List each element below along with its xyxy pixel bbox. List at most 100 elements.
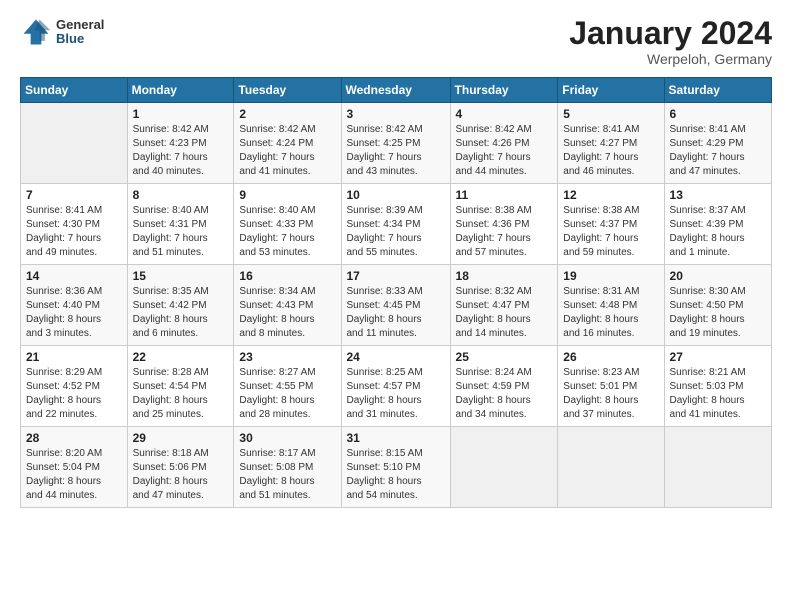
calendar-day-cell [664,427,771,508]
calendar-week-row: 28 Sunrise: 8:20 AM Sunset: 5:04 PM Dayli… [21,427,772,508]
calendar-day-header: Tuesday [234,78,341,103]
day-number: 14 [26,269,123,283]
day-info: Sunrise: 8:41 AM Sunset: 4:27 PM Dayligh… [563,123,659,179]
calendar-day-cell: 31Sunrise: 8:15 AM Sunset: 5:10 PM Dayli… [341,427,450,508]
calendar-table: SundayMondayTuesdayWednesdayThursdayFrid… [20,77,772,508]
day-number: 10 [347,188,446,202]
day-info: Sunrise: 8:20 AM Sunset: 5:04 PM Dayligh… [26,447,123,503]
month-title: January 2024 [569,16,772,51]
day-info: Sunrise: 8:40 AM Sunset: 4:33 PM Dayligh… [239,204,336,260]
day-info: Sunrise: 8:39 AM Sunset: 4:34 PM Dayligh… [347,204,446,260]
calendar-day-header: Wednesday [341,78,450,103]
day-number: 21 [26,350,123,364]
calendar-day-header: Thursday [450,78,558,103]
day-number: 26 [563,350,659,364]
day-number: 2 [239,107,336,121]
calendar-day-cell [558,427,664,508]
day-info: Sunrise: 8:25 AM Sunset: 4:57 PM Dayligh… [347,366,446,422]
day-info: Sunrise: 8:23 AM Sunset: 5:01 PM Dayligh… [563,366,659,422]
day-number: 22 [133,350,230,364]
calendar-day-cell: 27 Sunrise: 8:21 AM Sunset: 5:03 PM Dayli… [664,346,771,427]
location: Werpeloh, Germany [569,51,772,67]
calendar-day-cell: 6 Sunrise: 8:41 AM Sunset: 4:29 PM Daylig… [664,103,771,184]
calendar-day-cell: 17 Sunrise: 8:33 AM Sunset: 4:45 PM Dayli… [341,265,450,346]
calendar-week-row: 7Sunrise: 8:41 AM Sunset: 4:30 PM Daylig… [21,184,772,265]
day-info: Sunrise: 8:21 AM Sunset: 5:03 PM Dayligh… [670,366,767,422]
calendar-day-header: Saturday [664,78,771,103]
calendar-day-header: Monday [127,78,234,103]
calendar-day-cell: 22Sunrise: 8:28 AM Sunset: 4:54 PM Dayli… [127,346,234,427]
logo: General Blue [20,16,104,48]
page: General Blue January 2024 Werpeloh, Germ… [0,0,792,612]
calendar-day-cell: 19 Sunrise: 8:31 AM Sunset: 4:48 PM Dayli… [558,265,664,346]
calendar-day-cell: 24 Sunrise: 8:25 AM Sunset: 4:57 PM Dayli… [341,346,450,427]
day-info: Sunrise: 8:38 AM Sunset: 4:37 PM Dayligh… [563,204,659,260]
calendar-day-cell: 15Sunrise: 8:35 AM Sunset: 4:42 PM Dayli… [127,265,234,346]
day-number: 28 [26,431,123,445]
day-number: 24 [347,350,446,364]
calendar-header-row: SundayMondayTuesdayWednesdayThursdayFrid… [21,78,772,103]
day-number: 9 [239,188,336,202]
day-info: Sunrise: 8:42 AM Sunset: 4:23 PM Dayligh… [133,123,230,179]
day-info: Sunrise: 8:35 AM Sunset: 4:42 PM Dayligh… [133,285,230,341]
day-info: Sunrise: 8:33 AM Sunset: 4:45 PM Dayligh… [347,285,446,341]
calendar-day-cell: 10 Sunrise: 8:39 AM Sunset: 4:34 PM Dayli… [341,184,450,265]
calendar-week-row: 1 Sunrise: 8:42 AM Sunset: 4:23 PM Daylig… [21,103,772,184]
day-info: Sunrise: 8:30 AM Sunset: 4:50 PM Dayligh… [670,285,767,341]
calendar-day-cell: 30 Sunrise: 8:17 AM Sunset: 5:08 PM Dayli… [234,427,341,508]
day-info: Sunrise: 8:42 AM Sunset: 4:24 PM Dayligh… [239,123,336,179]
calendar-day-cell [21,103,128,184]
calendar-day-cell: 5Sunrise: 8:41 AM Sunset: 4:27 PM Daylig… [558,103,664,184]
day-info: Sunrise: 8:17 AM Sunset: 5:08 PM Dayligh… [239,447,336,503]
day-info: Sunrise: 8:18 AM Sunset: 5:06 PM Dayligh… [133,447,230,503]
calendar-day-cell: 3Sunrise: 8:42 AM Sunset: 4:25 PM Daylig… [341,103,450,184]
day-info: Sunrise: 8:15 AM Sunset: 5:10 PM Dayligh… [347,447,446,503]
calendar-day-cell: 7Sunrise: 8:41 AM Sunset: 4:30 PM Daylig… [21,184,128,265]
day-info: Sunrise: 8:27 AM Sunset: 4:55 PM Dayligh… [239,366,336,422]
calendar-day-cell: 25Sunrise: 8:24 AM Sunset: 4:59 PM Dayli… [450,346,558,427]
calendar-day-cell: 12 Sunrise: 8:38 AM Sunset: 4:37 PM Dayli… [558,184,664,265]
calendar-day-cell: 18Sunrise: 8:32 AM Sunset: 4:47 PM Dayli… [450,265,558,346]
logo-blue: Blue [56,32,104,46]
calendar-day-cell: 14 Sunrise: 8:36 AM Sunset: 4:40 PM Dayli… [21,265,128,346]
day-number: 8 [133,188,230,202]
calendar-week-row: 21 Sunrise: 8:29 AM Sunset: 4:52 PM Dayli… [21,346,772,427]
calendar-day-cell: 16 Sunrise: 8:34 AM Sunset: 4:43 PM Dayli… [234,265,341,346]
day-info: Sunrise: 8:31 AM Sunset: 4:48 PM Dayligh… [563,285,659,341]
day-number: 30 [239,431,336,445]
calendar-day-cell: 26 Sunrise: 8:23 AM Sunset: 5:01 PM Dayli… [558,346,664,427]
calendar-day-header: Friday [558,78,664,103]
calendar-day-cell: 13Sunrise: 8:37 AM Sunset: 4:39 PM Dayli… [664,184,771,265]
calendar-day-cell: 8Sunrise: 8:40 AM Sunset: 4:31 PM Daylig… [127,184,234,265]
day-info: Sunrise: 8:37 AM Sunset: 4:39 PM Dayligh… [670,204,767,260]
day-number: 17 [347,269,446,283]
day-info: Sunrise: 8:41 AM Sunset: 4:30 PM Dayligh… [26,204,123,260]
day-number: 23 [239,350,336,364]
day-number: 19 [563,269,659,283]
day-number: 1 [133,107,230,121]
day-info: Sunrise: 8:41 AM Sunset: 4:29 PM Dayligh… [670,123,767,179]
calendar-day-cell: 9 Sunrise: 8:40 AM Sunset: 4:33 PM Daylig… [234,184,341,265]
calendar-day-cell: 21 Sunrise: 8:29 AM Sunset: 4:52 PM Dayli… [21,346,128,427]
day-number: 12 [563,188,659,202]
day-number: 16 [239,269,336,283]
header: General Blue January 2024 Werpeloh, Germ… [20,16,772,67]
day-number: 3 [347,107,446,121]
calendar-week-row: 14 Sunrise: 8:36 AM Sunset: 4:40 PM Dayli… [21,265,772,346]
calendar-day-cell: 4 Sunrise: 8:42 AM Sunset: 4:26 PM Daylig… [450,103,558,184]
day-info: Sunrise: 8:34 AM Sunset: 4:43 PM Dayligh… [239,285,336,341]
day-number: 4 [456,107,554,121]
day-number: 6 [670,107,767,121]
day-info: Sunrise: 8:42 AM Sunset: 4:26 PM Dayligh… [456,123,554,179]
title-block: January 2024 Werpeloh, Germany [569,16,772,67]
calendar-day-cell: 28 Sunrise: 8:20 AM Sunset: 5:04 PM Dayli… [21,427,128,508]
calendar-day-cell: 23 Sunrise: 8:27 AM Sunset: 4:55 PM Dayli… [234,346,341,427]
calendar-day-cell: 20Sunrise: 8:30 AM Sunset: 4:50 PM Dayli… [664,265,771,346]
day-info: Sunrise: 8:29 AM Sunset: 4:52 PM Dayligh… [26,366,123,422]
day-number: 27 [670,350,767,364]
day-number: 18 [456,269,554,283]
calendar-day-cell: 1 Sunrise: 8:42 AM Sunset: 4:23 PM Daylig… [127,103,234,184]
day-info: Sunrise: 8:36 AM Sunset: 4:40 PM Dayligh… [26,285,123,341]
logo-general: General [56,18,104,32]
calendar-day-header: Sunday [21,78,128,103]
